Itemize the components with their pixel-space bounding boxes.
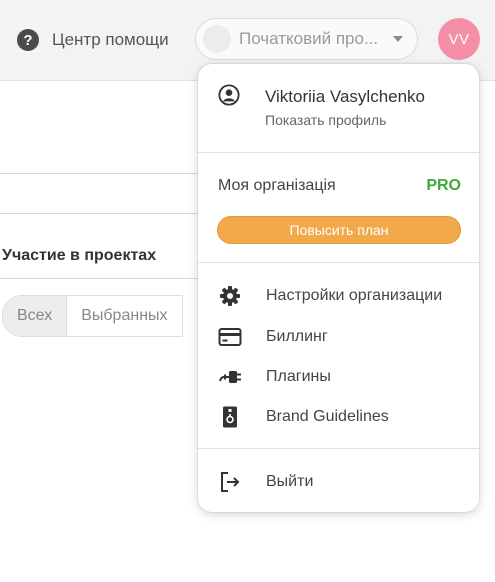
filter-tab-all[interactable]: Всех xyxy=(3,296,68,336)
gear-icon xyxy=(220,286,240,306)
section-title: Участие в проектах xyxy=(2,247,157,264)
organization-label: Моя організація xyxy=(218,177,336,194)
logout-label: Выйти xyxy=(266,473,314,490)
menu-item-org-settings[interactable]: Настройки организации xyxy=(198,278,479,314)
menu-divider xyxy=(198,448,479,449)
plug-icon xyxy=(219,371,241,383)
credit-card-icon xyxy=(218,328,242,346)
divider xyxy=(0,173,200,174)
menu-item-label: Настройки организации xyxy=(266,287,443,304)
filter-tab-selected[interactable]: Выбранных xyxy=(67,296,181,336)
menu-item-label: Плагины xyxy=(266,368,331,385)
menu-divider xyxy=(198,262,479,263)
user-circle-icon xyxy=(218,84,240,106)
logout-icon xyxy=(221,472,240,492)
divider xyxy=(0,278,200,279)
user-avatar-button[interactable]: VV xyxy=(438,18,480,60)
logout-menu-item[interactable]: Выйти xyxy=(198,464,479,500)
menu-item-brand-guidelines[interactable]: Brand Guidelines xyxy=(198,399,479,435)
menu-item-billing[interactable]: Биллинг xyxy=(198,319,479,355)
plan-badge: PRO xyxy=(426,177,461,194)
menu-item-label: Brand Guidelines xyxy=(266,408,389,425)
divider xyxy=(0,213,200,214)
brand-book-icon xyxy=(223,406,237,428)
project-select-value: Початковий про... xyxy=(239,29,379,48)
menu-divider xyxy=(198,152,479,153)
menu-item-plugins[interactable]: Плагины xyxy=(198,359,479,395)
user-name: Viktoriia Vasylchenko xyxy=(265,87,426,106)
help-center-label: Центр помощи xyxy=(52,30,169,49)
menu-item-label: Биллинг xyxy=(266,328,328,345)
project-avatar xyxy=(203,25,231,53)
show-profile-link[interactable]: Показать профиль xyxy=(265,112,386,128)
question-circle-icon: ? xyxy=(17,29,39,51)
filter-segmented-control: Всех Выбранных xyxy=(2,295,183,337)
user-dropdown-menu: Viktoriia Vasylchenko Показать профиль М… xyxy=(198,64,479,512)
help-center-link[interactable]: ? Центр помощи xyxy=(17,29,169,51)
upgrade-plan-button[interactable]: Повысить план xyxy=(217,216,461,244)
project-select[interactable]: Початковий про... xyxy=(195,18,418,60)
chevron-down-icon xyxy=(393,36,403,42)
